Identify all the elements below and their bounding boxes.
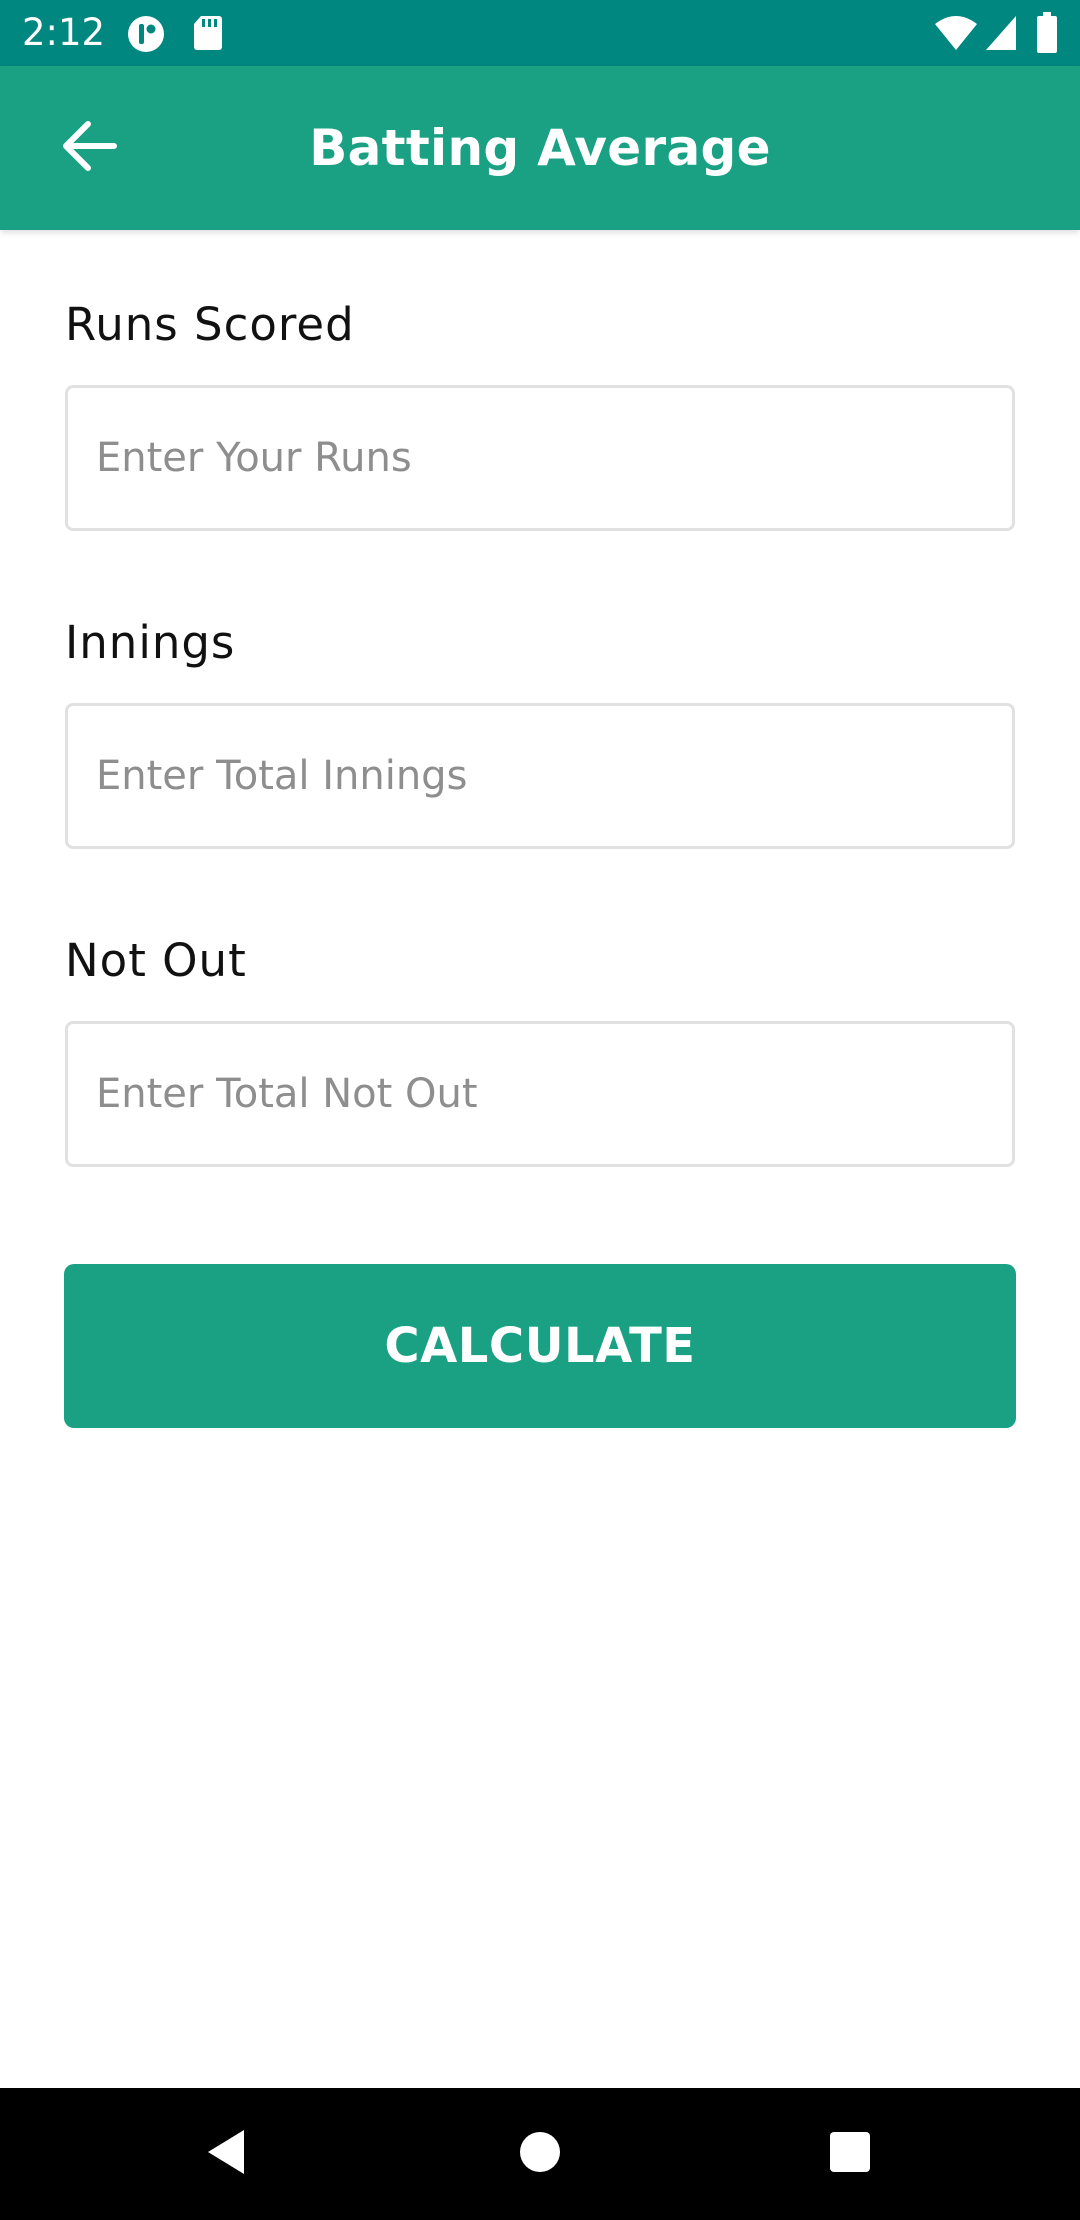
arrow-left-icon <box>58 118 118 179</box>
sd-card-icon <box>192 14 224 57</box>
cellular-signal-icon <box>984 14 1018 57</box>
calculate-button[interactable]: CALCULATE <box>64 1264 1016 1428</box>
not-out-input[interactable] <box>65 1021 1015 1167</box>
back-triangle-icon <box>204 2128 248 2181</box>
innings-input[interactable] <box>65 703 1015 849</box>
innings-label: Innings <box>65 616 236 669</box>
page-title: Batting Average <box>309 119 771 177</box>
recents-square-icon <box>829 2131 871 2178</box>
notification-app-icon <box>126 14 166 59</box>
status-time: 2:12 <box>22 11 106 54</box>
not-out-label: Not Out <box>65 934 247 987</box>
status-bar: 2:12 <box>0 0 1080 66</box>
back-button[interactable] <box>40 112 136 184</box>
home-circle-icon <box>519 2131 561 2178</box>
runs-scored-label: Runs Scored <box>65 298 355 351</box>
app-bar: Batting Average <box>0 66 1080 230</box>
nav-back-button[interactable] <box>176 2104 276 2204</box>
system-nav-bar <box>0 2088 1080 2220</box>
runs-scored-input[interactable] <box>65 385 1015 531</box>
battery-icon <box>1036 12 1058 59</box>
nav-home-button[interactable] <box>490 2104 590 2204</box>
wifi-icon <box>934 14 978 57</box>
nav-recents-button[interactable] <box>800 2104 900 2204</box>
